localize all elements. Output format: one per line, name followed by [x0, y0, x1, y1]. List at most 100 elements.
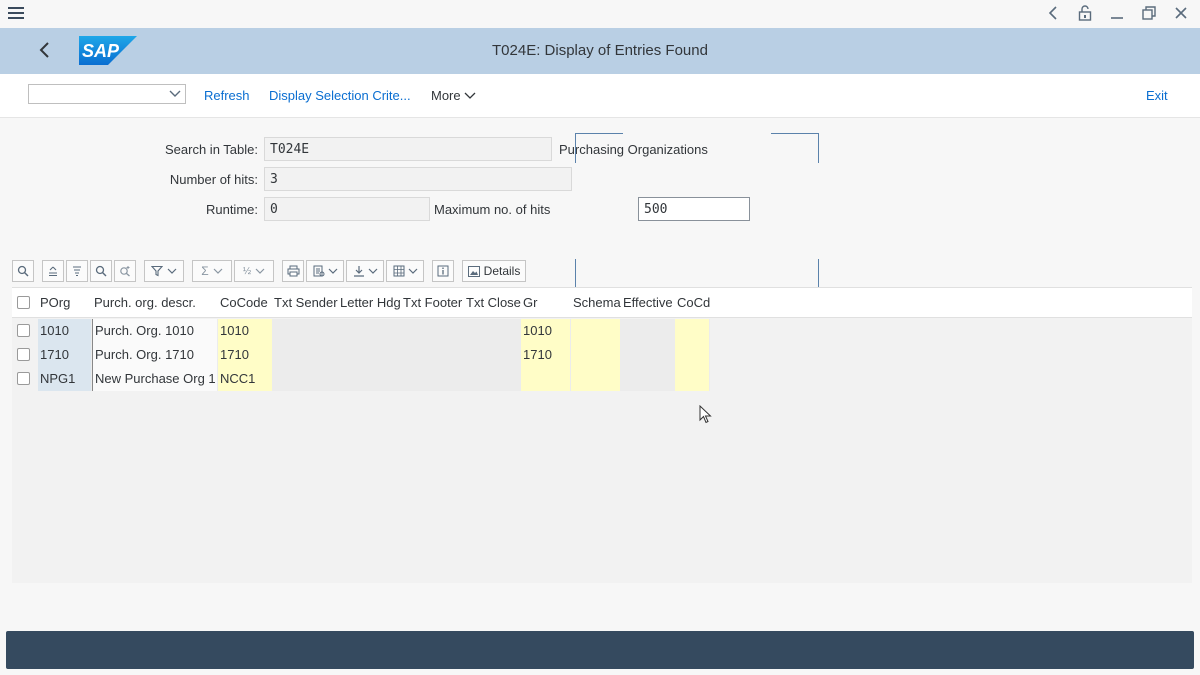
cell-txt-footer[interactable]	[401, 367, 464, 391]
cell-porg[interactable]: 1710	[38, 343, 92, 367]
cell-schema[interactable]	[571, 367, 621, 391]
shell-bar	[0, 0, 1200, 28]
title-bar: SAP T024E: Display of Entries Found	[0, 28, 1200, 74]
cell-porg[interactable]: 1010	[38, 319, 92, 343]
cell-letter-hdg[interactable]	[338, 319, 401, 343]
cell-txt-close[interactable]	[464, 367, 521, 391]
cell-cocode[interactable]: 1710	[218, 343, 273, 367]
alv-toolbar: Σ ½ Details	[12, 259, 528, 283]
layout-icon[interactable]	[386, 260, 424, 282]
back-arrow-icon[interactable]	[1044, 3, 1062, 23]
cell-txt-sender[interactable]	[273, 343, 338, 367]
cell-letter-hdg[interactable]	[338, 343, 401, 367]
column-header[interactable]: Txt Footer	[403, 295, 465, 310]
column-header[interactable]: Schema	[573, 295, 621, 310]
info-icon[interactable]	[432, 260, 454, 282]
cell-cocode[interactable]: NCC1	[218, 367, 273, 391]
row-select-checkbox[interactable]	[17, 324, 30, 337]
cell-cocd[interactable]	[675, 367, 710, 391]
cell-schema[interactable]	[571, 343, 621, 367]
subtotal-icon[interactable]: ½	[234, 260, 274, 282]
cell-description[interactable]: Purch. Org. 1710	[92, 343, 218, 367]
sort-ascending-icon[interactable]	[42, 260, 64, 282]
select-all-checkbox[interactable]	[17, 296, 30, 309]
cell-txt-footer[interactable]	[401, 319, 464, 343]
picture-icon	[467, 265, 480, 277]
sum-icon[interactable]: Σ	[192, 260, 232, 282]
details-button[interactable]: Details	[462, 260, 526, 282]
max-hits-input[interactable]: 500	[638, 197, 750, 221]
table-row[interactable]: NPG1 New Purchase Org 1 NCC1	[12, 367, 712, 391]
refresh-button[interactable]: Refresh	[204, 88, 250, 103]
display-selection-criteria-button[interactable]: Display Selection Crite...	[269, 88, 411, 103]
column-header[interactable]: CoCode	[220, 295, 274, 310]
cell-effective[interactable]	[621, 319, 675, 343]
cell-porg[interactable]: NPG1	[38, 367, 92, 391]
cell-txt-sender[interactable]	[273, 367, 338, 391]
find-next-icon[interactable]	[114, 260, 136, 282]
cell-gr[interactable]	[521, 367, 571, 391]
cell-cocd[interactable]	[675, 319, 710, 343]
restore-icon[interactable]	[1140, 3, 1158, 23]
menu-icon[interactable]	[6, 4, 26, 24]
sort-descending-icon[interactable]	[66, 260, 88, 282]
zoom-icon[interactable]	[12, 260, 34, 282]
print-icon[interactable]	[282, 260, 304, 282]
focus-bracket	[575, 133, 623, 163]
column-header[interactable]: Purch. org. descr.	[94, 295, 216, 310]
cell-txt-sender[interactable]	[273, 319, 338, 343]
focus-bracket	[771, 259, 819, 289]
cell-cocode[interactable]: 1010	[218, 319, 273, 343]
column-header[interactable]: Txt Close	[466, 295, 522, 310]
cell-schema[interactable]	[571, 319, 621, 343]
app-toolbar: Refresh Display Selection Crite... More …	[0, 74, 1200, 118]
grid-header: POrg Purch. org. descr. CoCode Txt Sende…	[12, 288, 1192, 318]
status-bar	[6, 631, 1194, 669]
column-header[interactable]: POrg	[40, 295, 92, 310]
page-title: T024E: Display of Entries Found	[492, 42, 708, 59]
filter-icon[interactable]	[144, 260, 184, 282]
cell-txt-footer[interactable]	[401, 343, 464, 367]
minimize-icon[interactable]	[1108, 3, 1126, 23]
view-icon[interactable]	[306, 260, 344, 282]
column-header[interactable]: Letter Hdg	[340, 295, 402, 310]
table-row[interactable]: 1710 Purch. Org. 1710 1710 1710	[12, 343, 712, 367]
cell-cocd[interactable]	[675, 343, 710, 367]
more-menu-button[interactable]: More	[431, 88, 476, 103]
column-header[interactable]: Txt Sender	[274, 295, 338, 310]
search-table-field: T024E	[264, 137, 552, 161]
cell-txt-close[interactable]	[464, 319, 521, 343]
focus-bracket	[575, 259, 623, 289]
results-grid: POrg Purch. org. descr. CoCode Txt Sende…	[12, 287, 1192, 583]
row-select-checkbox[interactable]	[17, 372, 30, 385]
table-row[interactable]: 1010 Purch. Org. 1010 1010 1010	[12, 319, 712, 343]
row-select-checkbox[interactable]	[17, 348, 30, 361]
exit-button[interactable]: Exit	[1146, 88, 1168, 103]
variant-dropdown[interactable]	[28, 84, 186, 104]
number-of-hits-label: Number of hits:	[169, 172, 258, 187]
chevron-down-icon	[169, 90, 181, 97]
search-table-label: Search in Table:	[165, 142, 258, 157]
cell-gr[interactable]: 1010	[521, 319, 571, 343]
cell-effective[interactable]	[621, 367, 675, 391]
cell-effective[interactable]	[621, 343, 675, 367]
column-header[interactable]: Gr	[523, 295, 571, 310]
column-header[interactable]: CoCd	[677, 295, 713, 310]
focus-bracket	[771, 133, 819, 163]
chevron-down-icon	[464, 92, 476, 99]
cell-txt-close[interactable]	[464, 343, 521, 367]
mouse-cursor-icon	[699, 405, 712, 424]
max-hits-label: Maximum no. of hits	[434, 202, 551, 217]
cell-description[interactable]: New Purchase Org 1	[92, 367, 218, 391]
close-icon[interactable]	[1172, 3, 1190, 23]
unlock-icon[interactable]	[1076, 3, 1094, 23]
cell-gr[interactable]: 1710	[521, 343, 571, 367]
runtime-label: Runtime:	[205, 202, 258, 217]
cell-description[interactable]: Purch. Org. 1010	[92, 319, 218, 343]
export-icon[interactable]	[346, 260, 384, 282]
column-header[interactable]: Effective	[623, 295, 677, 310]
find-icon[interactable]	[90, 260, 112, 282]
number-of-hits-field: 3	[264, 167, 572, 191]
runtime-field: 0	[264, 197, 430, 221]
cell-letter-hdg[interactable]	[338, 367, 401, 391]
